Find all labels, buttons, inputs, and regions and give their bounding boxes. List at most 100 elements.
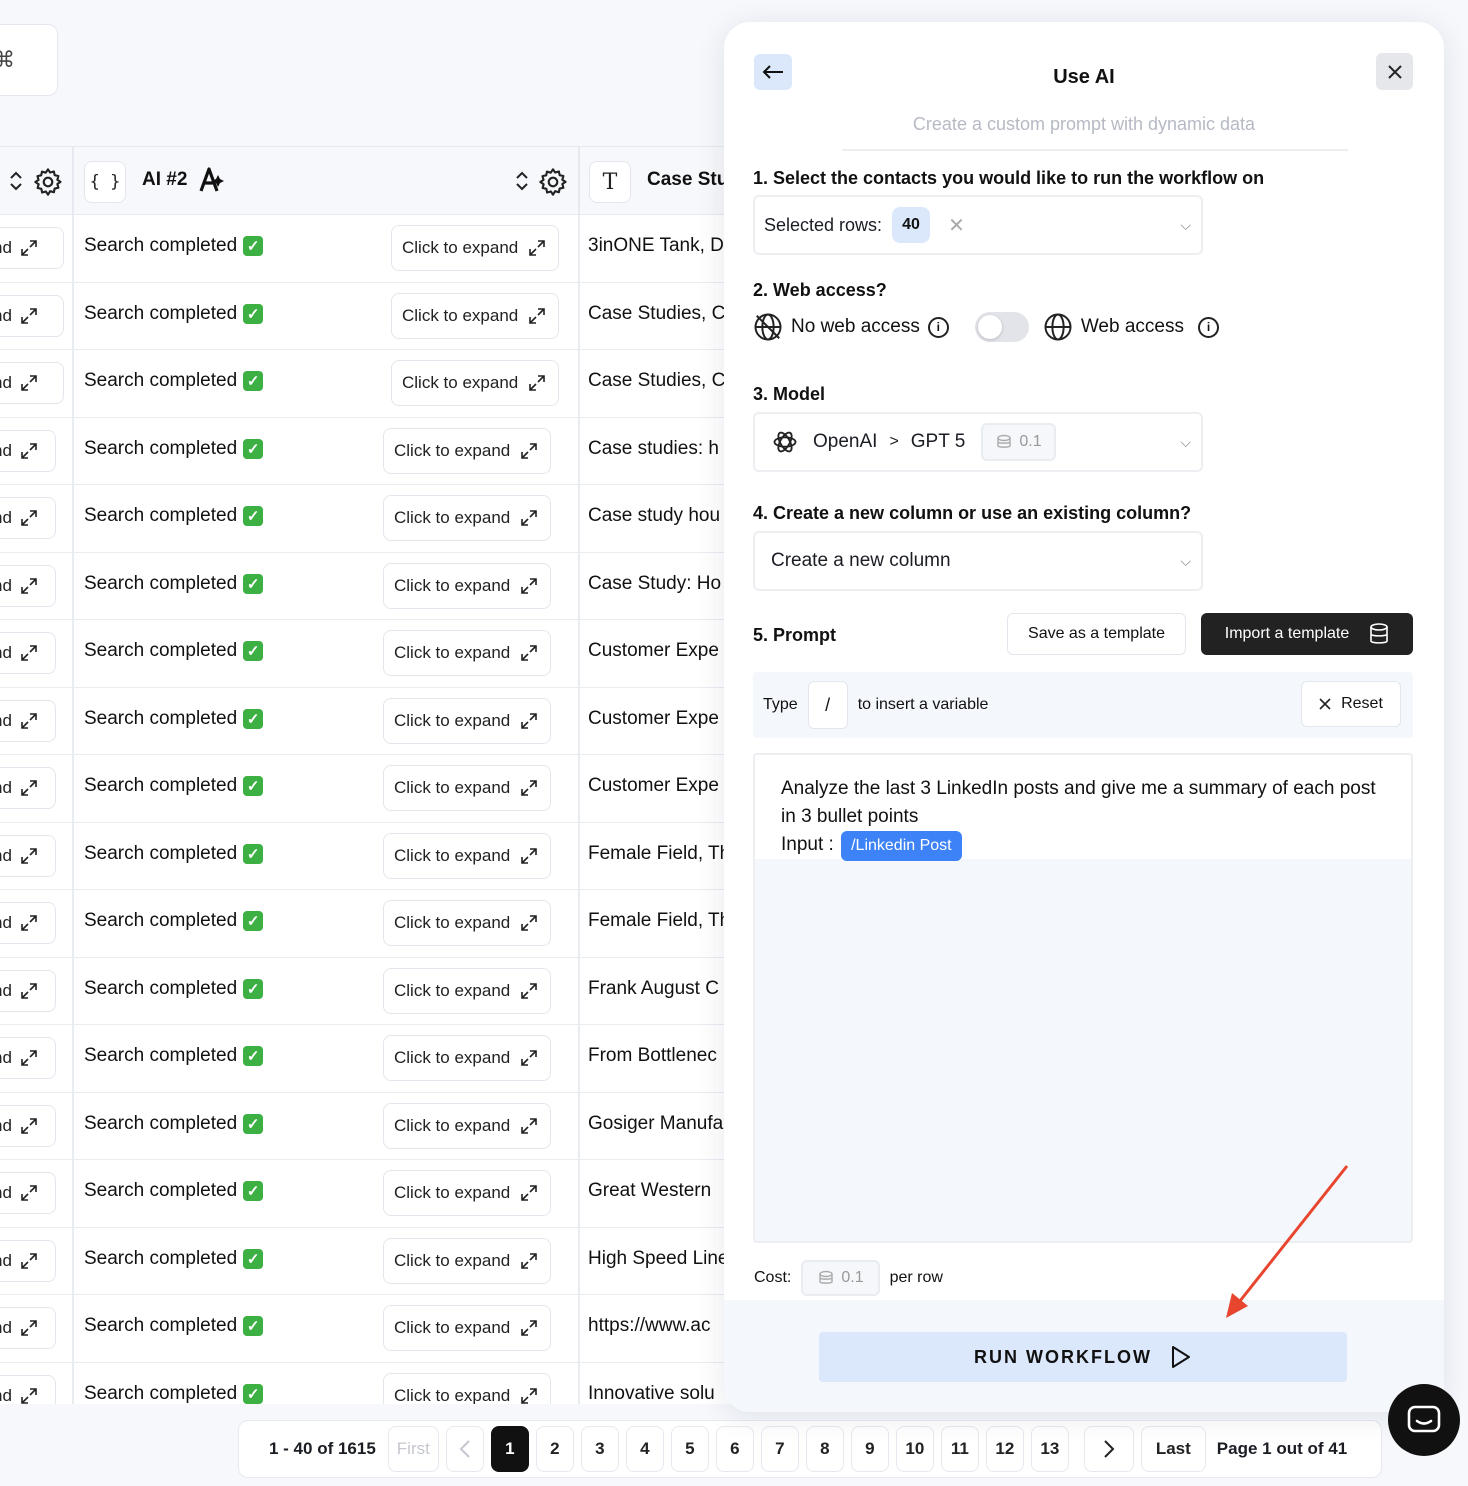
click-to-expand-button[interactable]: Click to expand (383, 900, 552, 946)
table-row[interactable]: nd Search completed✓ Click to expand Great … (0, 1160, 740, 1228)
case-study-cell[interactable]: Great Western (588, 1180, 711, 1202)
sort-icon[interactable] (8, 169, 24, 193)
case-study-cell[interactable]: Female Field, Th (588, 910, 730, 932)
expand-cell[interactable]: nd (0, 632, 56, 674)
case-study-cell[interactable]: Case Study: Ho (588, 573, 721, 595)
table-row[interactable]: nd Search completed✓ Click to expand Gosige… (0, 1092, 740, 1160)
case-study-cell[interactable]: From Bottlenec (588, 1045, 717, 1067)
case-study-cell[interactable]: Customer Expe (588, 708, 719, 730)
toolbar-box[interactable]: ⌘ (0, 24, 58, 96)
expand-cell[interactable]: nd (0, 429, 56, 472)
page-button[interactable]: 6 (715, 1426, 754, 1472)
reset-button[interactable]: Reset (1301, 681, 1401, 727)
click-to-expand-button[interactable]: Click to expand (391, 292, 560, 339)
column-select[interactable]: Create a new column ⌵ (753, 531, 1203, 591)
prompt-text[interactable]: Analyze the last 3 LinkedIn posts and gi… (781, 775, 1391, 861)
table-row[interactable]: nd Search completed✓ Click to expand High S… (0, 1227, 740, 1295)
page-button[interactable]: 7 (760, 1426, 799, 1472)
click-to-expand-button[interactable]: Click to expand (383, 1305, 552, 1351)
case-study-cell[interactable]: Case study hou (588, 505, 720, 527)
case-column-title[interactable]: Case Stu (647, 169, 728, 191)
table-row[interactable]: nd Search completed✓ Click to expand Case s… (0, 485, 740, 553)
table-row[interactable]: nd Search completed✓ Click to expand From B… (0, 1025, 740, 1093)
clear-icon[interactable]: ✕ (948, 213, 965, 238)
run-workflow-button[interactable]: RUN WORKFLOW (819, 1332, 1347, 1382)
expand-cell[interactable]: nd (0, 294, 64, 337)
case-study-cell[interactable]: https://www.ac (588, 1315, 711, 1337)
case-study-cell[interactable]: 3inONE Tank, D (588, 235, 724, 257)
click-to-expand-button[interactable]: Click to expand (383, 832, 552, 879)
click-to-expand-button[interactable]: Click to expand (383, 427, 552, 474)
click-to-expand-button[interactable]: Click to expand (383, 1102, 552, 1149)
click-to-expand-button[interactable]: Click to expand (383, 967, 552, 1014)
variable-tag[interactable]: /Linkedin Post (841, 831, 962, 861)
case-study-cell[interactable]: Frank August C (588, 978, 719, 1000)
click-to-expand-button[interactable]: Click to expand (383, 1372, 552, 1404)
table-row[interactable]: nd Search completed✓ Click to expand Custom… (0, 687, 740, 755)
click-to-expand-button[interactable]: Click to expand (383, 1170, 552, 1216)
table-row[interactable]: nd Search completed✓ Click to expand Frank … (0, 957, 740, 1025)
expand-cell[interactable]: nd (0, 1172, 56, 1214)
gear-icon[interactable] (537, 166, 569, 198)
expand-cell[interactable]: nd (0, 699, 56, 742)
next-page-button[interactable] (1083, 1426, 1134, 1472)
import-template-button[interactable]: Import a template (1201, 613, 1413, 655)
case-study-cell[interactable]: Customer Expe (588, 640, 719, 662)
page-button[interactable]: 10 (895, 1426, 934, 1472)
expand-cell[interactable]: nd (0, 902, 56, 944)
click-to-expand-button[interactable]: Click to expand (391, 360, 560, 406)
case-study-cell[interactable]: Case Studies, C (588, 303, 725, 325)
case-study-cell[interactable]: High Speed Line (588, 1248, 729, 1270)
table-row[interactable]: nd Search completed✓ Click to expand Case S… (0, 282, 740, 350)
web-access-toggle[interactable] (974, 312, 1029, 342)
table-row[interactable]: nd Search completed✓ Click to expand Case S… (0, 552, 740, 620)
click-to-expand-button[interactable]: Click to expand (383, 697, 552, 744)
expand-cell[interactable]: nd (0, 1307, 56, 1349)
table-row[interactable]: nd Search completed✓ Click to expand Custom… (0, 620, 740, 688)
table-row[interactable]: nd Search completed✓ Click to expand Custom… (0, 755, 740, 823)
table-row[interactable]: nd Search completed✓ Click to expand Case s… (0, 417, 740, 485)
page-button[interactable]: 4 (625, 1426, 664, 1472)
case-study-cell[interactable]: Case Studies, C (588, 370, 725, 392)
table-row[interactable]: nd Search completed✓ Click to expand 3inONE… (0, 215, 740, 283)
case-study-cell[interactable]: Gosiger Manufa (588, 1113, 723, 1135)
first-page-button[interactable]: First (387, 1426, 439, 1472)
click-to-expand-button[interactable]: Click to expand (383, 562, 552, 609)
table-row[interactable]: nd Search completed✓ Click to expand Innova… (0, 1362, 740, 1404)
page-button[interactable]: 3 (580, 1426, 619, 1472)
expand-cell[interactable]: nd (0, 1374, 56, 1404)
contacts-select[interactable]: Selected rows: 40 ✕ ⌵ (753, 195, 1203, 255)
click-to-expand-button[interactable]: Click to expand (391, 225, 560, 271)
expand-cell[interactable]: nd (0, 969, 56, 1012)
case-study-cell[interactable]: Female Field, Th (588, 843, 730, 865)
page-button[interactable]: 12 (985, 1426, 1024, 1472)
expand-cell[interactable]: nd (0, 362, 64, 404)
case-study-cell[interactable]: Case studies: h (588, 438, 719, 460)
info-icon[interactable]: i (927, 316, 949, 338)
model-select[interactable]: OpenAI > GPT 5 0.1 ⌵ (753, 412, 1203, 472)
click-to-expand-button[interactable]: Click to expand (383, 630, 552, 676)
page-button[interactable]: 11 (940, 1426, 979, 1472)
expand-cell[interactable]: nd (0, 497, 56, 539)
expand-cell[interactable]: nd (0, 1239, 56, 1282)
table-row[interactable]: nd Search completed✓ Click to expand Case S… (0, 350, 740, 418)
page-button[interactable]: 9 (850, 1426, 889, 1472)
expand-cell[interactable]: nd (0, 834, 56, 877)
table-row[interactable]: nd Search completed✓ Click to expand Female… (0, 822, 740, 890)
gear-icon[interactable] (32, 166, 64, 198)
expand-cell[interactable]: nd (0, 767, 56, 809)
click-to-expand-button[interactable]: Click to expand (383, 495, 552, 541)
ai-column-title[interactable]: AI #2 (142, 169, 187, 191)
case-study-cell[interactable]: Customer Expe (588, 775, 719, 797)
sort-icon[interactable] (514, 169, 530, 193)
chat-launcher-button[interactable] (1388, 1384, 1460, 1456)
expand-cell[interactable]: nd (0, 227, 64, 269)
page-button[interactable]: 1 (490, 1426, 529, 1472)
last-page-button[interactable]: Last (1140, 1426, 1206, 1472)
click-to-expand-button[interactable]: Click to expand (383, 1035, 552, 1081)
page-button[interactable]: 13 (1030, 1426, 1069, 1472)
page-button[interactable]: 5 (670, 1426, 709, 1472)
expand-cell[interactable]: nd (0, 1104, 56, 1147)
click-to-expand-button[interactable]: Click to expand (383, 765, 552, 811)
expand-cell[interactable]: nd (0, 564, 56, 607)
